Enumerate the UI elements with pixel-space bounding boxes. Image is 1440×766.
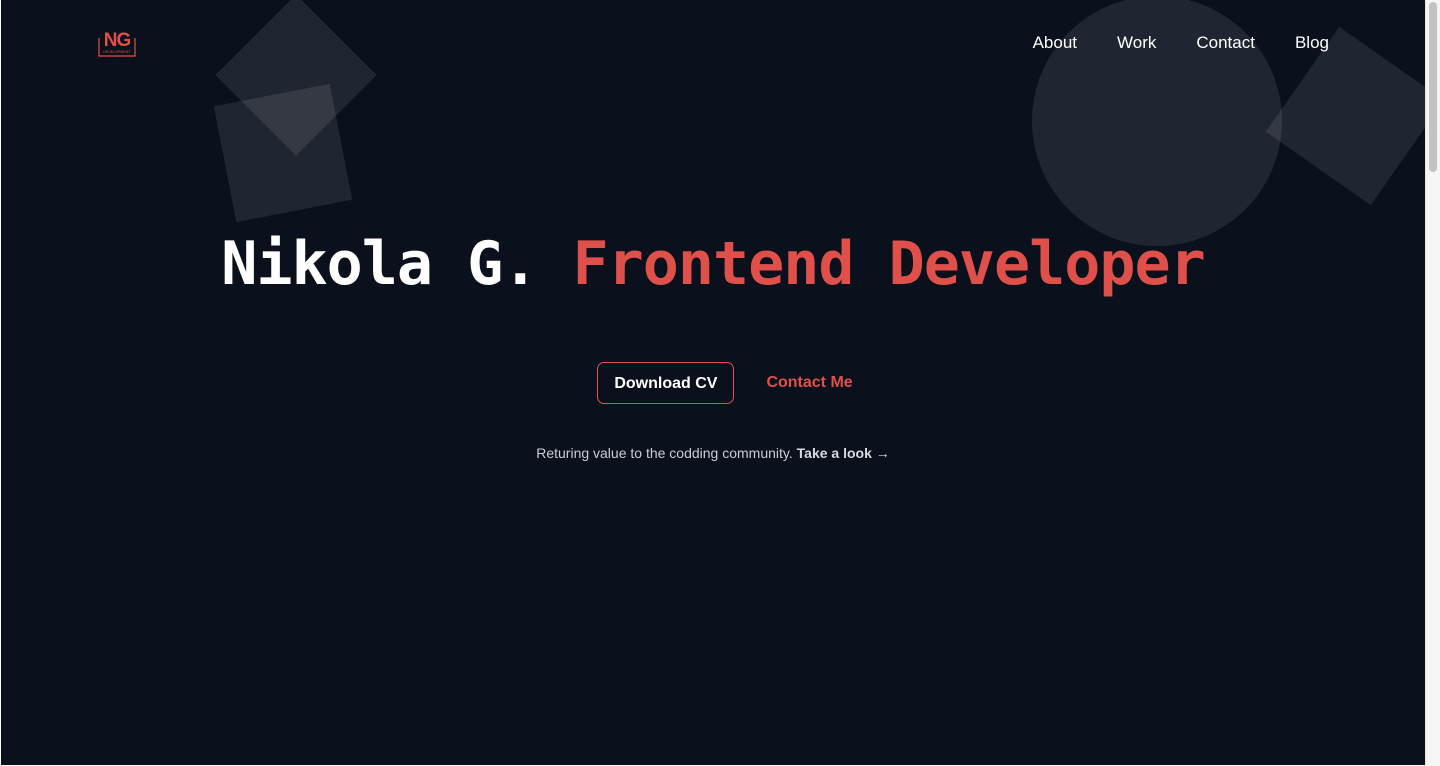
nav-link-contact[interactable]: Contact xyxy=(1196,33,1255,53)
hero-name: Nikola G. xyxy=(221,229,538,299)
decorative-square-shape xyxy=(213,83,353,223)
svg-text:NG: NG xyxy=(104,30,131,51)
scrollbar-thumb[interactable] xyxy=(1429,2,1437,172)
hero-heading: Nikola G. Frontend Developer xyxy=(1,226,1425,302)
contact-me-link[interactable]: Contact Me xyxy=(766,362,852,404)
download-cv-button[interactable]: Download CV xyxy=(597,362,735,404)
nav-link-work[interactable]: Work xyxy=(1117,33,1156,53)
page-background: NG DEVELOPMENT About Work Contact Blog N… xyxy=(1,0,1425,765)
site-logo[interactable]: NG DEVELOPMENT xyxy=(97,26,137,58)
nav-link-about[interactable]: About xyxy=(1033,33,1077,53)
hero-actions: Download CV Contact Me xyxy=(1,362,1425,404)
ng-logo-icon: NG DEVELOPMENT xyxy=(98,30,136,57)
tagline-text: Returing value to the codding community. xyxy=(536,445,793,461)
take-a-look-link[interactable]: Take a look → xyxy=(797,445,890,461)
decorative-diamond-shape-right xyxy=(1265,26,1425,206)
main-nav: About Work Contact Blog xyxy=(1033,33,1329,53)
svg-text:DEVELOPMENT: DEVELOPMENT xyxy=(103,50,131,54)
tagline: Returing value to the codding community.… xyxy=(1,444,1425,462)
nav-link-blog[interactable]: Blog xyxy=(1295,33,1329,53)
hero-role: Frontend Developer xyxy=(572,229,1206,299)
vertical-scrollbar[interactable] xyxy=(1425,0,1440,766)
